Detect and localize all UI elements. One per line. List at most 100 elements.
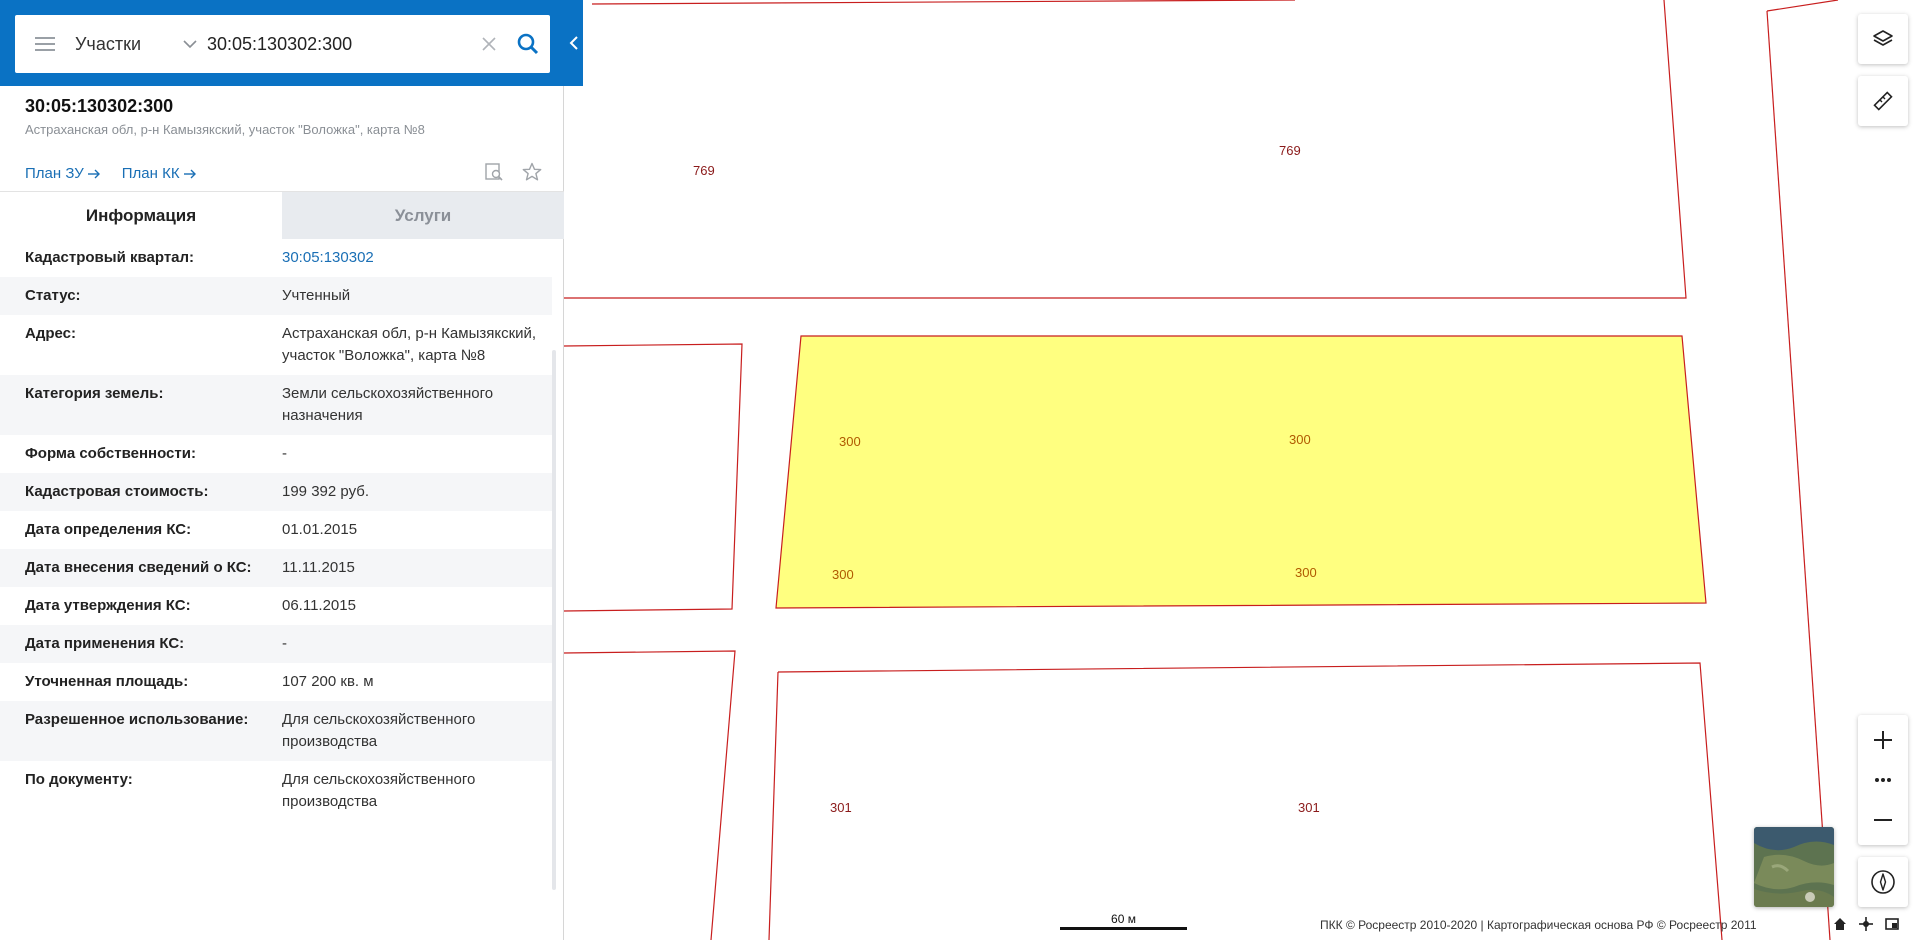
- info-key: Дата утверждения КС:: [25, 597, 191, 614]
- info-row: Статус: Учтенный: [0, 277, 552, 315]
- info-key: Уточненная площадь:: [25, 673, 189, 690]
- parcel-boundary: [1766, 10, 1831, 940]
- object-address: Астраханская обл, р-н Камызякский, участ…: [25, 122, 425, 137]
- parcel-label: 301: [1298, 800, 1320, 815]
- object-title: 30:05:130302:300: [25, 96, 174, 116]
- info-key: По документу:: [25, 771, 133, 788]
- selected-parcel[interactable]: [775, 335, 1707, 609]
- plus-icon: [1874, 731, 1892, 749]
- parcel-boundary: [564, 0, 1687, 299]
- bottom-toolbar: [1832, 916, 1900, 932]
- parcel-label: 769: [1279, 143, 1301, 158]
- plan-zu-link[interactable]: План ЗУ: [25, 165, 100, 182]
- parcel-label: 300: [839, 434, 861, 449]
- info-list: Кадастровый квартал: 30:05:130302 Статус: У…: [0, 239, 552, 887]
- scrollbar[interactable]: [552, 350, 556, 890]
- info-value: Учтенный: [282, 287, 351, 304]
- parcel-label: 301: [830, 800, 852, 815]
- tab-info[interactable]: Информация: [0, 192, 282, 239]
- scale-bar: 60 м: [1060, 912, 1187, 930]
- info-value: -: [282, 445, 287, 462]
- parcel-boundary: [591, 0, 1296, 5]
- collapse-panel-button[interactable]: [564, 28, 583, 58]
- info-key: Дата определения КС:: [25, 521, 192, 538]
- parcel-label: 300: [832, 567, 854, 582]
- parcel-boundary: [768, 671, 779, 940]
- cadastral-quarter-link[interactable]: 30:05:130302: [282, 247, 552, 269]
- info-row: Категория земель: Земли сельскохозяйствен…: [0, 375, 552, 435]
- info-row: Адрес: Астраханская обл, р-н Камызякский,…: [0, 315, 552, 375]
- info-row: Дата внесения сведений о КС: 11.11.2015: [0, 549, 552, 587]
- info-row: Кадастровая стоимость: 199 392 руб.: [0, 473, 552, 511]
- info-value: Земли сельскохозяйственного назначения: [282, 385, 494, 424]
- info-row: Уточненная площадь: 107 200 кв. м: [0, 663, 552, 701]
- parcel-label: 300: [1289, 432, 1311, 447]
- search-input[interactable]: [203, 15, 472, 73]
- favorite-button[interactable]: [520, 160, 544, 184]
- ruler-icon: [1873, 91, 1893, 111]
- parcel-label: 769: [693, 163, 715, 178]
- compass-button[interactable]: [1858, 857, 1908, 907]
- info-panel: Участки 30:05:130302:300 30:05:130302:30…: [0, 0, 583, 940]
- info-value: 01.01.2015: [282, 521, 358, 538]
- basemap-switcher[interactable]: [1754, 827, 1834, 907]
- info-key: Адрес:: [25, 325, 76, 342]
- parcel-label: 300: [1295, 565, 1317, 580]
- parcel-boundary: [563, 343, 743, 612]
- info-key: Кадастровый квартал:: [25, 249, 195, 266]
- plan-kk-link[interactable]: План КК: [122, 165, 196, 182]
- search-bar: Участки: [0, 0, 583, 86]
- plan-links: План ЗУ План КК: [25, 165, 196, 182]
- fullscreen-button[interactable]: [1884, 916, 1900, 932]
- zoom-out-button[interactable]: [1858, 795, 1908, 845]
- info-row: Форма собственности: -: [0, 435, 552, 473]
- plan-zu-label: План ЗУ: [25, 165, 84, 182]
- info-key: Форма собственности:: [25, 445, 196, 462]
- locate-button[interactable]: [1858, 916, 1874, 932]
- satellite-thumbnail: [1754, 827, 1834, 907]
- search-box: Участки: [15, 15, 550, 73]
- crosshair-icon: [1859, 917, 1873, 931]
- info-value: Астраханская обл, р-н Камызякский, участ…: [282, 325, 537, 364]
- scale-line: [1060, 927, 1187, 930]
- info-value: 06.11.2015: [282, 597, 356, 614]
- search-type-select[interactable]: Участки: [75, 15, 203, 73]
- search-button[interactable]: [506, 15, 550, 73]
- home-button[interactable]: [1832, 916, 1848, 932]
- fullscreen-icon: [1885, 918, 1899, 930]
- menu-button[interactable]: [15, 15, 75, 73]
- document-search-icon: [485, 163, 503, 181]
- search-icon: [517, 33, 539, 55]
- zoom-in-button[interactable]: [1858, 715, 1908, 765]
- star-icon: [522, 162, 542, 181]
- hamburger-icon: [35, 37, 55, 51]
- info-value: 107 200 кв. м: [282, 673, 374, 690]
- zoom-more-button[interactable]: [1858, 765, 1908, 795]
- plan-kk-label: План КК: [121, 165, 180, 182]
- parcel-boundary: [563, 650, 736, 940]
- info-value: Для сельскохозяйственного производства: [282, 771, 476, 810]
- info-key: Разрешенное использование:: [25, 711, 249, 728]
- measure-button[interactable]: [1858, 76, 1908, 126]
- chevron-left-icon: [569, 36, 578, 50]
- info-row: По документу: Для сельскохозяйственного п…: [0, 761, 552, 821]
- info-key: Статус:: [25, 287, 81, 304]
- info-value: -: [282, 635, 287, 652]
- tab-services[interactable]: Услуги: [282, 192, 564, 239]
- compass-icon: [1871, 870, 1895, 894]
- info-value: 199 392 руб.: [282, 483, 369, 500]
- minus-icon: [1874, 819, 1892, 821]
- layers-button[interactable]: [1858, 14, 1908, 64]
- parcel-boundary: [1766, 0, 1839, 12]
- info-row: Дата применения КС: -: [0, 625, 552, 663]
- info-row: Дата определения КС: 01.01.2015: [0, 511, 552, 549]
- arrow-right-icon: [183, 169, 196, 178]
- info-key: Кадастровая стоимость:: [25, 483, 209, 500]
- arrow-right-icon: [87, 169, 100, 178]
- info-row: Дата утверждения КС: 06.11.2015: [0, 587, 552, 625]
- clear-search-button[interactable]: [472, 15, 506, 73]
- info-value: 11.11.2015: [282, 559, 355, 576]
- info-row: Кадастровый квартал: 30:05:130302: [0, 239, 552, 277]
- locate-on-map-button[interactable]: [482, 160, 506, 184]
- chevron-down-icon: [183, 40, 197, 49]
